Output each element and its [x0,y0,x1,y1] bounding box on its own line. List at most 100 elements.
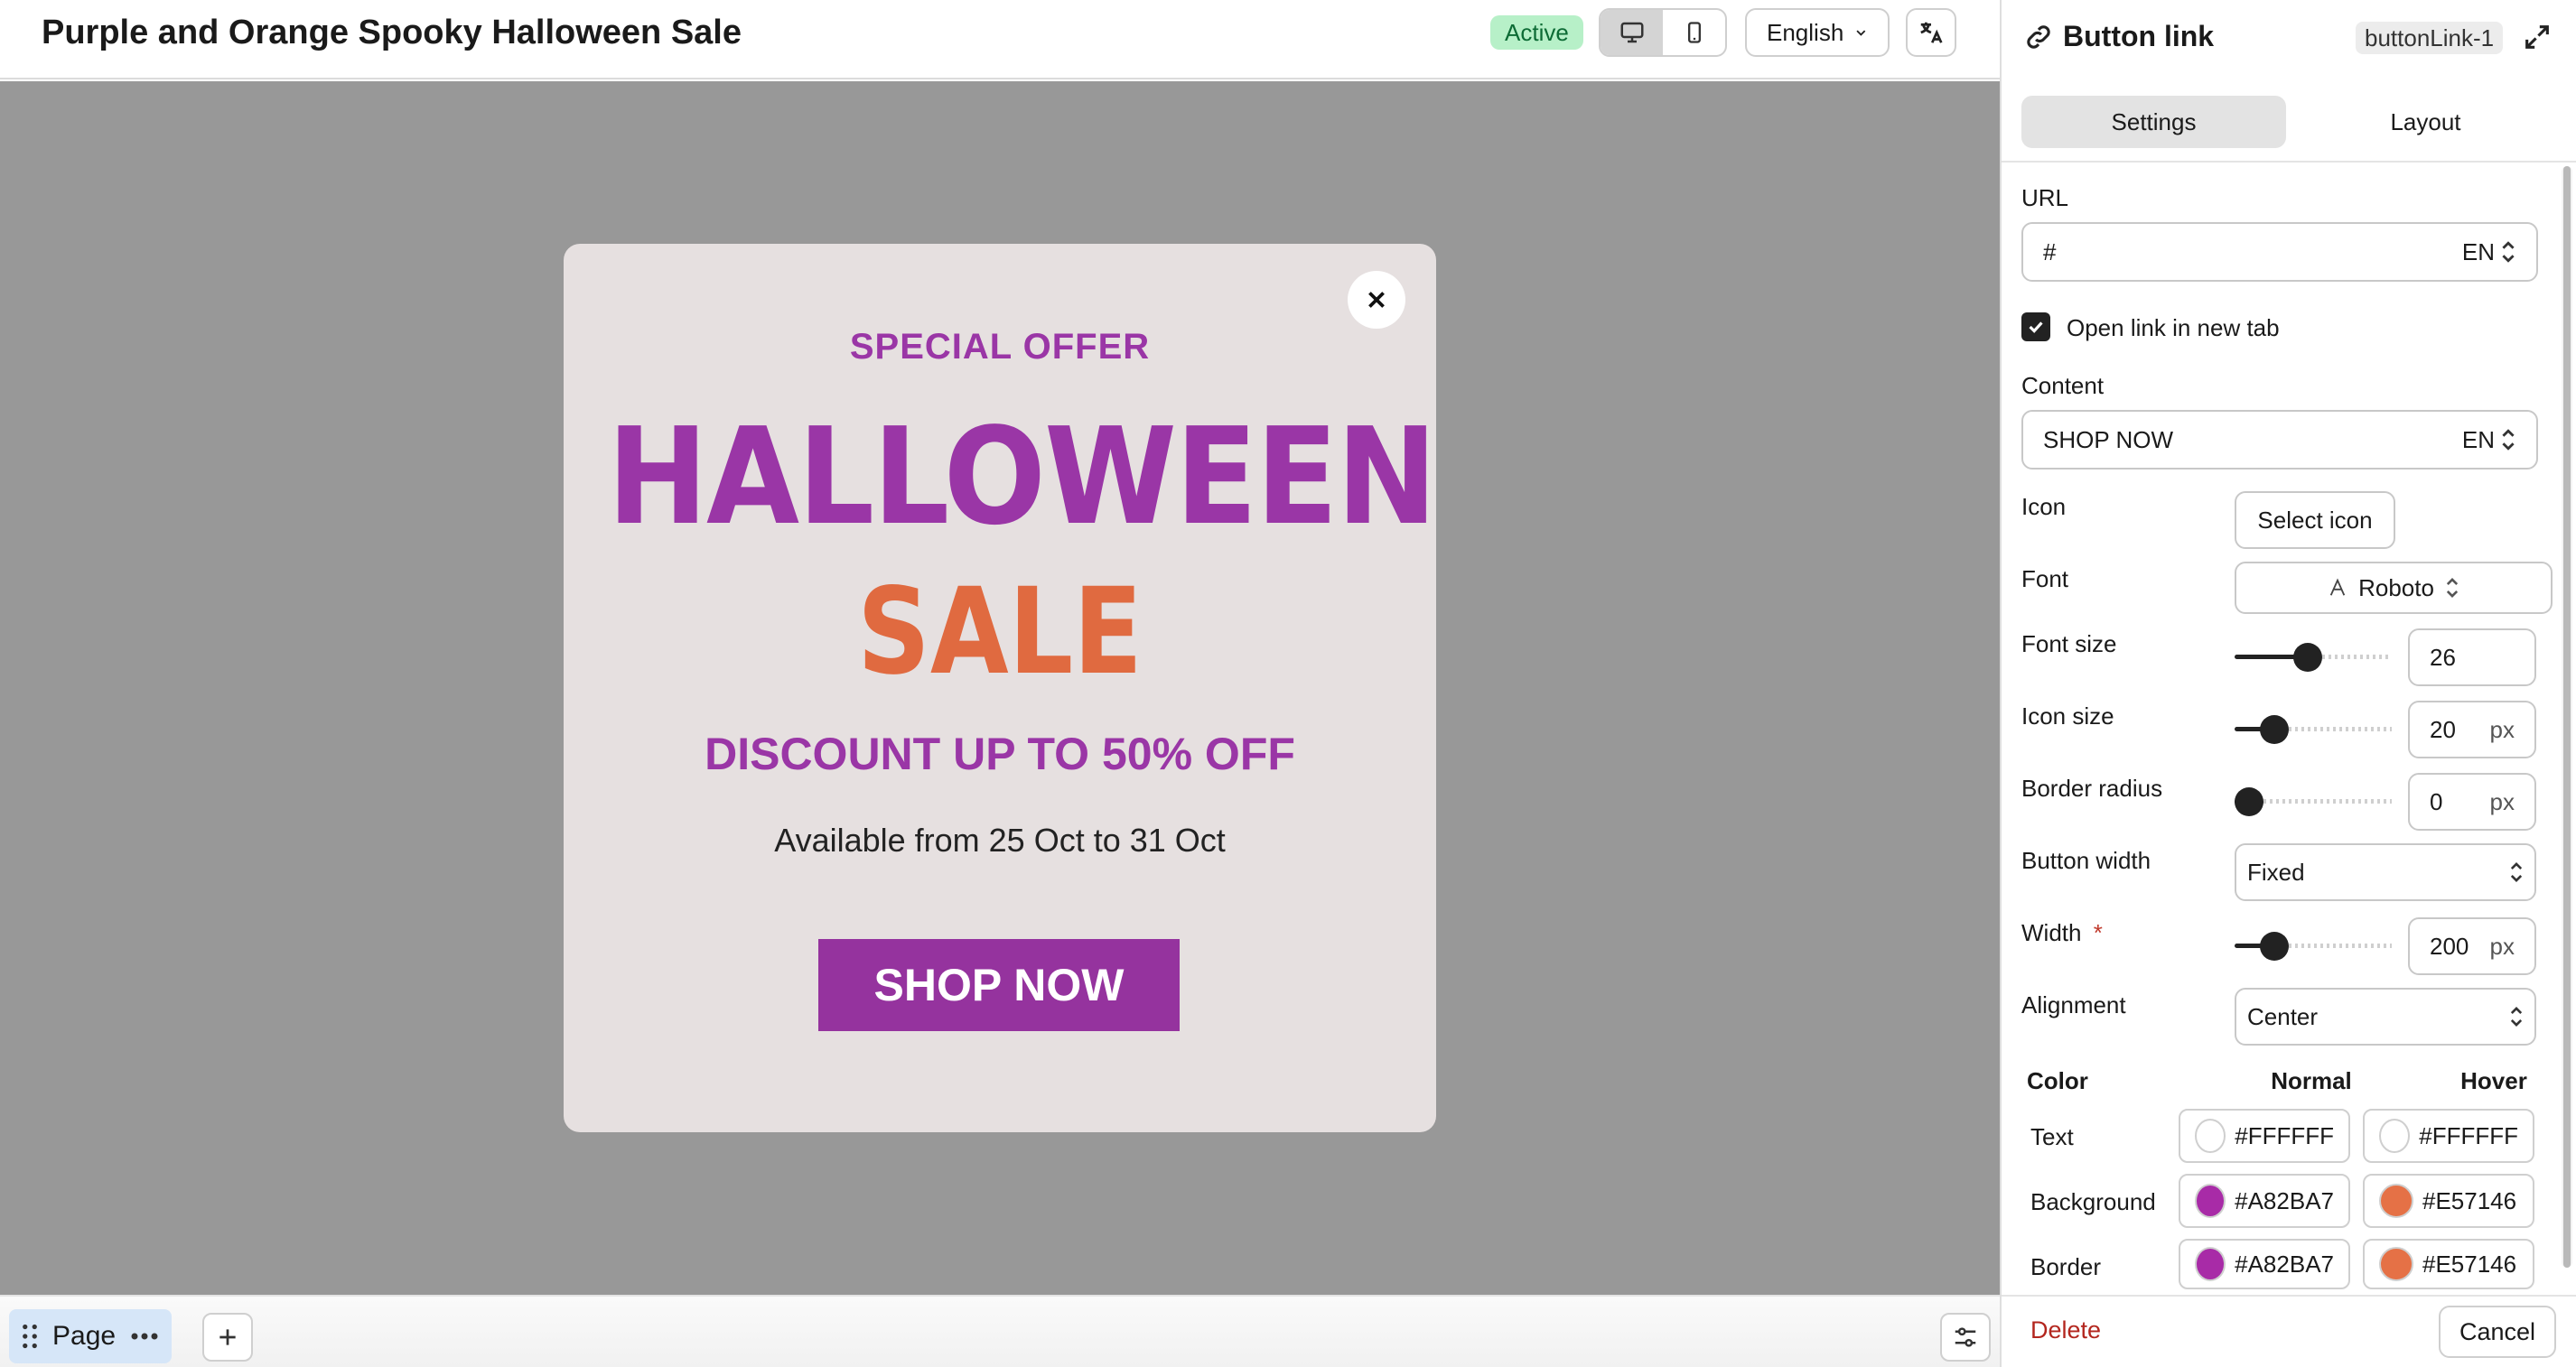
border-radius-input[interactable]: 0 px [2408,773,2536,831]
color-swatch [2379,1119,2411,1153]
sale-headline[interactable]: SALE [629,569,1370,695]
background-normal-color-picker[interactable]: #A82BA7 [2179,1174,2350,1228]
slider-knob[interactable] [2293,643,2323,672]
top-bar: Purple and Orange Spooky Halloween Sale … [0,0,2000,79]
width-value: 200 [2430,932,2469,960]
border-radius-label: Border radius [2021,775,2163,802]
translate-button[interactable] [1906,8,1956,57]
alignment-select[interactable]: Center [2235,988,2536,1046]
slider-knob[interactable] [2260,715,2290,744]
drag-handle-icon[interactable] [22,1324,38,1349]
color-hex: #A82BA7 [2235,1186,2334,1214]
border-radius-slider[interactable] [2235,787,2392,816]
color-swatch [2195,1119,2226,1153]
new-tab-label[interactable]: Open link in new tab [2067,314,2280,342]
panel-scrollbar[interactable] [2562,166,2572,1268]
new-tab-checkbox[interactable] [2021,312,2050,341]
check-icon [2029,321,2043,333]
shop-now-button[interactable]: SHOP NOW [818,939,1180,1031]
chevron-up-down-icon [2502,429,2515,451]
icon-label: Icon [2021,493,2067,520]
page-chip[interactable]: Page [9,1309,173,1363]
normal-heading: Normal [2271,1067,2352,1094]
border-radius-unit: px [2489,787,2515,815]
content-label: Content [2021,372,2105,399]
panel-header: Button link buttonLink-1 [2002,0,2576,78]
editor-canvas: SPECIAL OFFER HALLOWEEN SALE DISCOUNT UP… [0,81,2000,1295]
select-icon-button[interactable]: Select icon [2235,491,2395,549]
background-hover-color-picker[interactable]: #E57146 [2363,1174,2534,1228]
icon-size-slider[interactable] [2235,715,2392,744]
url-value: # [2043,237,2057,265]
discount-text[interactable]: DISCOUNT UP TO 50% OFF [564,728,1436,780]
divider [2002,161,2576,163]
icon-size-value: 20 [2430,715,2456,743]
color-heading: Color [2027,1067,2088,1094]
content-language-select[interactable]: EN [2462,426,2516,454]
special-offer-text[interactable]: SPECIAL OFFER [564,327,1436,367]
tab-settings[interactable]: Settings [2021,96,2286,148]
button-width-value: Fixed [2247,858,2305,886]
add-section-button[interactable] [202,1313,253,1362]
desktop-view-button[interactable] [1601,10,1663,55]
font-size-label: Font size [2021,630,2117,657]
color-hex: #FFFFFF [2419,1121,2518,1149]
bottom-bar: Page [0,1295,2000,1367]
font-label: Font [2021,565,2069,592]
font-size-input[interactable]: 26 [2408,628,2536,686]
slider-knob[interactable] [2235,787,2263,816]
border-radius-value: 0 [2430,787,2443,815]
button-width-select[interactable]: Fixed [2235,843,2536,901]
font-select[interactable]: Roboto [2235,562,2553,614]
canvas-settings-button[interactable] [1940,1313,1991,1362]
page-label: Page [52,1321,117,1351]
popup-preview[interactable]: SPECIAL OFFER HALLOWEEN SALE DISCOUNT UP… [564,244,1437,1132]
mobile-view-button[interactable] [1663,10,1725,55]
icon-size-input[interactable]: 20 px [2408,701,2536,758]
chevron-up-down-icon [2502,241,2515,263]
close-icon [1368,292,1385,308]
icon-size-label: Icon size [2021,702,2114,730]
color-swatch [2379,1184,2413,1218]
slider-knob[interactable] [2260,932,2290,961]
availability-text[interactable]: Available from 25 Oct to 31 Oct [564,822,1436,860]
alignment-label: Alignment [2021,991,2126,1018]
expand-icon[interactable] [2522,22,2553,52]
border-normal-color-picker[interactable]: #A82BA7 [2179,1239,2350,1289]
cancel-button[interactable]: Cancel [2439,1306,2556,1358]
status-badge: Active [1490,15,1583,50]
width-label: Width * [2021,919,2103,947]
content-input[interactable]: SHOP NOW EN [2021,410,2538,470]
color-hex: #E57146 [2422,1250,2517,1278]
language-select[interactable]: English [1745,8,1890,57]
element-id-badge: buttonLink-1 [2356,22,2504,54]
width-label-text: Width [2021,919,2082,946]
border-hover-color-picker[interactable]: #E57146 [2363,1239,2534,1289]
font-size-slider[interactable] [2235,643,2392,672]
hover-heading: Hover [2460,1067,2527,1094]
text-hover-color-picker[interactable]: #FFFFFF [2363,1109,2534,1163]
alignment-value: Center [2247,1002,2319,1030]
color-swatch [2195,1184,2226,1218]
more-options-icon[interactable] [130,1332,159,1341]
text-normal-color-picker[interactable]: #FFFFFF [2179,1109,2350,1163]
url-label: URL [2021,184,2069,211]
scrollbar-thumb[interactable] [2563,166,2571,1268]
color-hex: #A82BA7 [2235,1250,2334,1278]
language-value: English [1767,18,1844,46]
url-language-select[interactable]: EN [2462,238,2516,266]
panel-tabs: Settings Layout [2021,96,2558,148]
color-row-label: Text [2030,1123,2074,1150]
halloween-headline[interactable]: HALLOWEEN [607,405,1437,549]
mobile-icon [1687,22,1701,43]
color-hex: #E57146 [2422,1186,2517,1214]
slider-track [2289,727,2392,731]
delete-button[interactable]: Delete [2030,1316,2101,1344]
width-input[interactable]: 200 px [2408,917,2536,975]
link-icon [2027,25,2050,49]
width-slider[interactable] [2235,932,2392,961]
font-size-value: 26 [2430,643,2456,671]
popup-close-button[interactable] [1348,271,1405,329]
url-input[interactable]: # EN [2021,222,2538,282]
tab-layout[interactable]: Layout [2293,96,2558,148]
